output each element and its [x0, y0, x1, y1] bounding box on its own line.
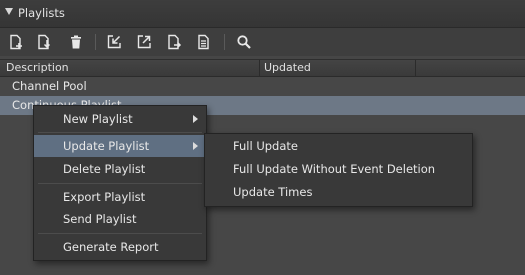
menu-item-new-playlist[interactable]: New Playlist — [34, 108, 206, 130]
submenu-item-label: Full Update — [233, 139, 298, 153]
context-menu: New Playlist Update Playlist Delete Play… — [33, 105, 207, 261]
submenu-item-label: Full Update Without Event Deletion — [233, 162, 436, 176]
export-icon[interactable] — [134, 32, 154, 52]
submenu-item-label: Update Times — [233, 185, 313, 199]
submenu-item-full-update[interactable]: Full Update — [205, 135, 472, 157]
import-into-icon[interactable] — [104, 32, 124, 52]
column-header: Description Updated — [0, 59, 525, 77]
submenu-item-update-times[interactable]: Update Times — [205, 181, 472, 203]
row-description: Channel Pool — [12, 79, 87, 93]
submenu-arrow-icon — [193, 115, 198, 123]
toolbar-separator — [224, 34, 225, 50]
table-row[interactable]: Channel Pool — [0, 77, 525, 96]
column-divider[interactable] — [415, 60, 416, 76]
trash-icon[interactable] — [66, 32, 86, 52]
submenu-item-full-update-without-event-deletion[interactable]: Full Update Without Event Deletion — [205, 158, 472, 180]
send-icon[interactable] — [164, 32, 184, 52]
panel-title: Playlists — [18, 6, 65, 20]
menu-item-delete-playlist[interactable]: Delete Playlist — [34, 158, 206, 180]
new-playlist-icon[interactable] — [6, 32, 26, 52]
menu-item-send-playlist[interactable]: Send Playlist — [34, 208, 206, 230]
column-divider[interactable] — [259, 60, 260, 76]
search-icon[interactable] — [234, 32, 254, 52]
menu-item-label: Export Playlist — [63, 190, 146, 204]
column-description[interactable]: Description — [6, 61, 69, 74]
menu-item-generate-report[interactable]: Generate Report — [34, 236, 206, 258]
menu-item-label: Send Playlist — [63, 212, 137, 226]
toolbar-separator — [95, 34, 96, 50]
toolbar — [0, 28, 525, 56]
menu-separator — [38, 132, 202, 133]
menu-item-update-playlist[interactable]: Update Playlist — [34, 135, 206, 157]
collapse-arrow-icon[interactable] — [5, 8, 13, 15]
panel-header[interactable]: Playlists — [0, 0, 525, 28]
menu-separator — [38, 183, 202, 184]
update-submenu: Full Update Full Update Without Event De… — [204, 133, 473, 207]
menu-item-label: New Playlist — [63, 112, 133, 126]
menu-separator — [38, 233, 202, 234]
column-updated[interactable]: Updated — [264, 61, 311, 74]
menu-item-label: Update Playlist — [63, 139, 150, 153]
report-icon[interactable] — [194, 32, 214, 52]
menu-item-export-playlist[interactable]: Export Playlist — [34, 186, 206, 208]
menu-item-label: Delete Playlist — [63, 162, 146, 176]
submenu-arrow-icon — [193, 142, 198, 150]
import-playlist-icon[interactable] — [34, 32, 54, 52]
menu-item-label: Generate Report — [63, 240, 159, 254]
